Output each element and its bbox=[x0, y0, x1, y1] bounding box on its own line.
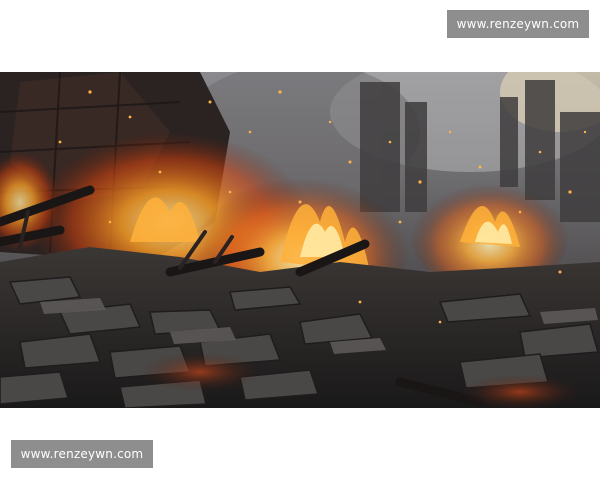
watermark-top-text: www.renzeywn.com bbox=[456, 17, 580, 31]
fire-rubble-image bbox=[0, 72, 600, 408]
page: www.renzeywn.com www.renzeywn.com bbox=[0, 0, 600, 480]
watermark-top: www.renzeywn.com bbox=[447, 10, 589, 38]
watermark-bottom: www.renzeywn.com bbox=[11, 440, 153, 468]
fire-rubble-illustration bbox=[0, 72, 600, 408]
watermark-bottom-text: www.renzeywn.com bbox=[20, 447, 144, 461]
